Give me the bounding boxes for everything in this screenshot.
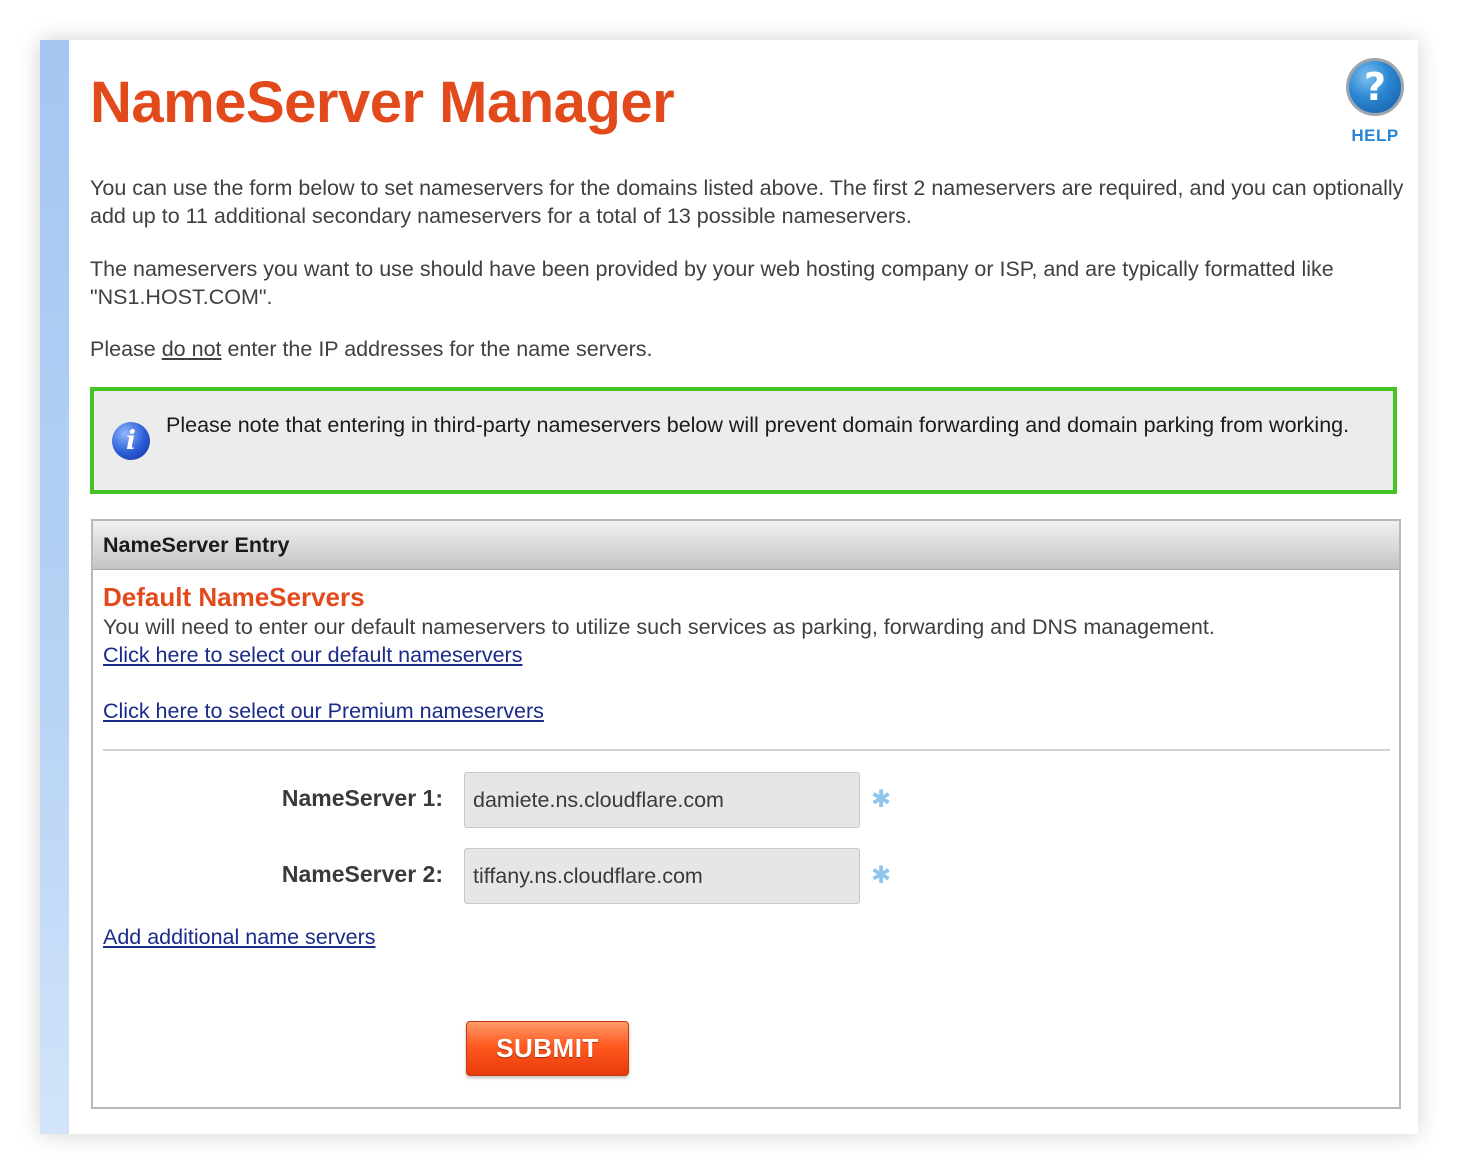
help-label[interactable]: HELP — [1343, 126, 1407, 146]
intro-paragraph-1: You can use the form below to set namese… — [90, 176, 1404, 228]
section-title: Default NameServers — [103, 582, 365, 612]
nameserver-2-input[interactable] — [464, 848, 860, 904]
intro-p3-emphasis: do not — [161, 337, 222, 361]
nameserver-2-label: NameServer 2: — [281, 861, 443, 887]
help-icon[interactable]: ? — [1346, 58, 1404, 116]
submit-button[interactable]: SUBMIT — [466, 1021, 629, 1076]
divider — [103, 749, 1390, 751]
nameserver-1-label: NameServer 1: — [281, 785, 443, 811]
help-button[interactable]: ? HELP — [1343, 58, 1407, 146]
intro-p3-before: Please — [90, 337, 162, 361]
intro-p3-after: enter the IP addresses for the name serv… — [221, 337, 653, 361]
add-additional-nameservers-link[interactable]: Add additional name servers — [103, 923, 376, 951]
side-stripe — [40, 40, 69, 1134]
intro-paragraph-3: Please do not enter the IP addresses for… — [90, 335, 1410, 363]
notice-box: i Please note that entering in third-par… — [90, 387, 1397, 494]
page-container: NameServer Manager ? HELP You can use th… — [40, 40, 1418, 1134]
notice-text: Please note that entering in third-party… — [166, 413, 1350, 437]
select-default-nameservers-link[interactable]: Click here to select our default nameser… — [103, 641, 522, 669]
nameserver-entry-panel: NameServer Entry Default NameServers You… — [91, 519, 1401, 1109]
page-title: NameServer Manager — [90, 70, 675, 135]
select-premium-nameservers-link[interactable]: Click here to select our Premium nameser… — [103, 697, 544, 725]
intro-paragraph-2: The nameservers you want to use should h… — [90, 257, 1334, 309]
panel-header: NameServer Entry — [93, 521, 1399, 570]
required-icon: ✱ — [871, 862, 892, 889]
nameserver-1-input[interactable] — [464, 772, 860, 828]
required-icon: ✱ — [871, 786, 892, 813]
section-description: You will need to enter our default names… — [103, 615, 1215, 639]
info-icon: i — [112, 422, 150, 460]
